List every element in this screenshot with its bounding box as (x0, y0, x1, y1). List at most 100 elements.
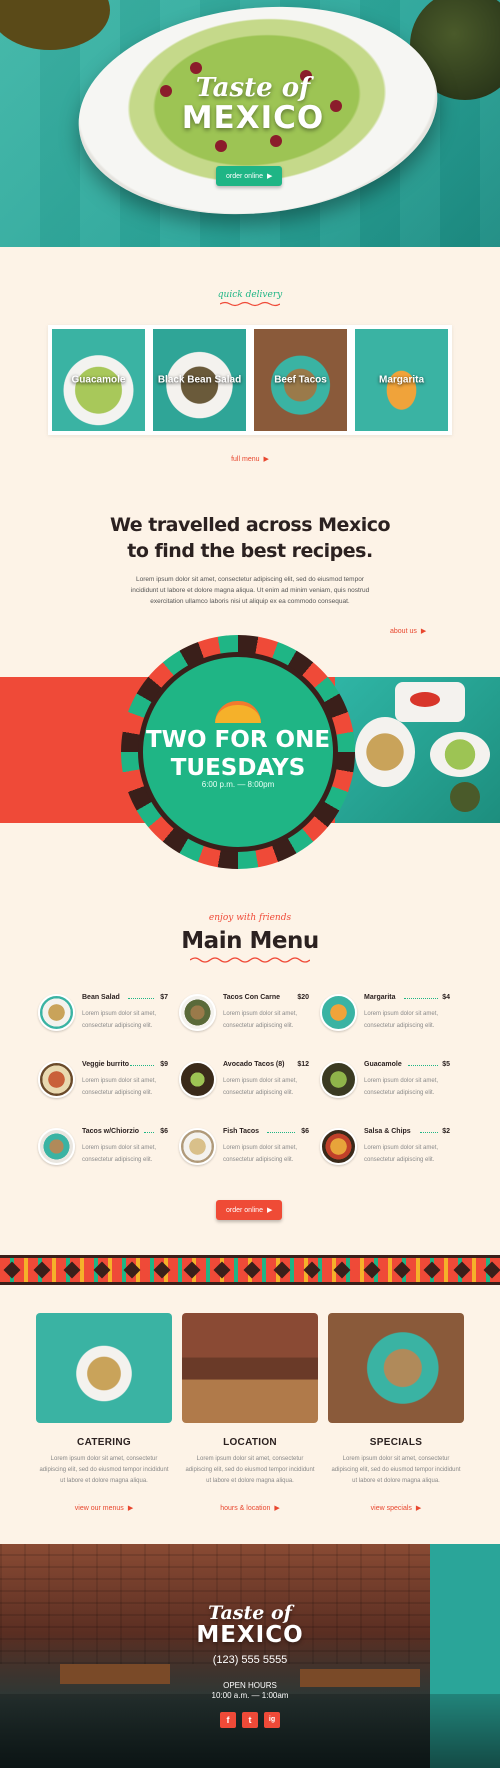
promo-title-line2: TUESDAYS (170, 755, 306, 781)
menu-item-price: $7 (160, 994, 168, 1001)
menu-item[interactable]: Tacos w/Chiorzio $6 Lorem ipsum dolor si… (38, 1124, 168, 1168)
footer-logo: Taste of MEXICO (140, 1603, 360, 1647)
story-body-line1: Lorem ipsum dolor sit amet, consectetur … (136, 576, 364, 583)
menu-item-name: Margarita (364, 994, 396, 1001)
full-menu-link[interactable]: full menu ▶ (0, 448, 500, 466)
menu-item-desc: Lorem ipsum dolor sit amet, consectetur a… (364, 1011, 439, 1029)
promo-title-line1: TWO FOR ONE (145, 727, 331, 753)
menu-item-name: Veggie burrito (82, 1061, 130, 1068)
menu-item-photo (38, 994, 75, 1031)
about-us-link[interactable]: about us ▶ (390, 620, 426, 638)
story-body-line2: incididunt ut labore et dolore magna ali… (130, 587, 370, 594)
menu-item[interactable]: Guacamole $5 Lorem ipsum dolor sit amet,… (320, 1057, 450, 1101)
dotted-leader (420, 1132, 438, 1133)
menu-item-name: Bean Salad (82, 994, 120, 1001)
menu-item-photo (320, 1061, 357, 1098)
specials-photo (328, 1313, 464, 1423)
menu-title: Main Menu (181, 928, 319, 954)
hero-cta-label: order online (226, 173, 263, 180)
caret-right-icon: ▶ (266, 173, 273, 180)
delivery-card-black-bean-salad[interactable]: Black Bean Salad (153, 329, 246, 431)
location-card: LOCATION Lorem ipsum dolor sit amet, con… (182, 1313, 318, 1515)
menu-item-desc: Lorem ipsum dolor sit amet, consectetur a… (364, 1145, 439, 1163)
footer-hours-label: OPEN HOURS (223, 1681, 277, 1690)
card-label: Margarita (378, 374, 424, 386)
caret-right-icon: ▶ (266, 1207, 273, 1214)
menu-item-desc: Lorem ipsum dolor sit amet, consectetur a… (223, 1078, 298, 1096)
footer-logo-script: Taste of (208, 1602, 292, 1624)
menu-item-price: $20 (297, 994, 309, 1001)
menu-item[interactable]: Tacos Con Carne $20 Lorem ipsum dolor si… (179, 990, 309, 1034)
facebook-icon[interactable]: f (220, 1712, 236, 1728)
menu-kicker: enjoy with friends (0, 913, 500, 923)
hero-order-online-button[interactable]: order online ▶ (216, 165, 283, 186)
hero-logo: Taste of MEXICO (143, 74, 363, 134)
menu-item-price: $6 (301, 1128, 309, 1135)
squiggle-divider (190, 957, 310, 963)
hours-location-link[interactable]: hours & location ▶ (182, 1497, 318, 1515)
menu-item[interactable]: Veggie burrito $9 Lorem ipsum dolor sit … (38, 1057, 168, 1101)
menu-item[interactable]: Margarita $4 Lorem ipsum dolor sit amet,… (320, 990, 450, 1034)
card-label: Black Bean Salad (157, 374, 242, 386)
delivery-heading-text: quick delivery (217, 290, 283, 300)
caret-right-icon: ▶ (274, 1505, 280, 1512)
catering-photo (36, 1313, 172, 1423)
catering-card: CATERING Lorem ipsum dolor sit amet, con… (36, 1313, 172, 1515)
footer-hours: 10:00 a.m. — 1:00am (211, 1691, 289, 1700)
specials-card: SPECIALS Lorem ipsum dolor sit amet, con… (328, 1313, 464, 1515)
dotted-leader (128, 998, 154, 999)
twitter-icon[interactable]: t (242, 1712, 258, 1728)
menu-item-photo (38, 1061, 75, 1098)
menu-item-price: $2 (442, 1128, 450, 1135)
dotted-leader (130, 1065, 154, 1066)
dotted-leader (404, 998, 438, 999)
menu-item-name: Tacos Con Carne (223, 994, 281, 1001)
pomegranate-seed (215, 140, 227, 152)
footer-phone[interactable]: (123) 555 5555 (0, 1654, 500, 1666)
menu-item-photo (38, 1128, 75, 1165)
floor-shadow (0, 1694, 500, 1768)
menu-item[interactable]: Salsa & Chips $2 Lorem ipsum dolor sit a… (320, 1124, 450, 1168)
caret-right-icon: ▶ (420, 628, 427, 635)
view-our-menus-link[interactable]: view our menus ▶ (36, 1497, 172, 1515)
menu-item-name: Salsa & Chips (364, 1128, 411, 1135)
story-title-line2: to find the best recipes. (127, 540, 373, 562)
delivery-cards: Guacamole Black Bean Salad Beef Tacos Ma… (48, 325, 452, 435)
card-label: Beef Tacos (274, 374, 327, 386)
catering-desc: Lorem ipsum dolor sit amet, consectetur a… (39, 1456, 169, 1484)
decorative-pattern-band (0, 1255, 500, 1285)
specials-desc: Lorem ipsum dolor sit amet, consectetur a… (331, 1456, 461, 1484)
menu-item-desc: Lorem ipsum dolor sit amet, consectetur a… (223, 1011, 298, 1029)
location-desc: Lorem ipsum dolor sit amet, consectetur a… (185, 1456, 315, 1484)
caret-right-icon: ▶ (263, 456, 269, 463)
menu-item-price: $9 (160, 1061, 168, 1068)
footer-logo-wordmark: MEXICO (196, 1622, 304, 1648)
delivery-card-guacamole[interactable]: Guacamole (52, 329, 145, 431)
menu-order-online-button[interactable]: order online ▶ (216, 1199, 283, 1220)
delivery-heading: quick delivery (0, 290, 500, 307)
view-specials-link[interactable]: view specials ▶ (328, 1497, 464, 1515)
caret-right-icon: ▶ (415, 1505, 422, 1512)
specials-title: SPECIALS (369, 1437, 423, 1448)
menu-item-photo (320, 1128, 357, 1165)
logo-wordmark: MEXICO (181, 100, 325, 136)
menu-item[interactable]: Fish Tacos $6 Lorem ipsum dolor sit amet… (179, 1124, 309, 1168)
menu-item-name: Guacamole (364, 1061, 402, 1068)
delivery-card-beef-tacos[interactable]: Beef Tacos (254, 329, 347, 431)
menu-item-price: $12 (297, 1061, 309, 1068)
pomegranate-seed (270, 135, 282, 147)
menu-item-price: $5 (442, 1061, 450, 1068)
menu-item-photo (179, 994, 216, 1031)
story-body-line3: exercitation ullamco laboris nisi ut ali… (150, 598, 350, 605)
location-title: LOCATION (223, 1437, 277, 1448)
menu-item-desc: Lorem ipsum dolor sit amet, consectetur a… (82, 1145, 157, 1163)
menu-item-desc: Lorem ipsum dolor sit amet, consectetur a… (364, 1078, 439, 1096)
menu-item-desc: Lorem ipsum dolor sit amet, consectetur a… (82, 1078, 157, 1096)
dotted-leader (267, 1132, 295, 1133)
menu-item[interactable]: Bean Salad $7 Lorem ipsum dolor sit amet… (38, 990, 168, 1034)
menu-item[interactable]: Avocado Tacos (8) $12 Lorem ipsum dolor … (179, 1057, 309, 1101)
instagram-icon[interactable]: ig (264, 1712, 280, 1728)
promo-food-photo (335, 677, 500, 823)
caret-right-icon: ▶ (127, 1505, 134, 1512)
delivery-card-margarita[interactable]: Margarita (355, 329, 448, 431)
